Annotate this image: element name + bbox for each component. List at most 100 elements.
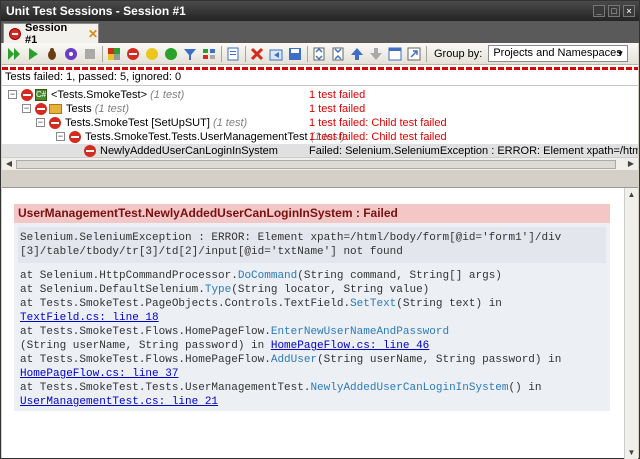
tab-label: Session #1 [25,21,68,46]
vertical-scrollbar[interactable]: ▲ ▼ [624,188,638,459]
show-all-results-icon[interactable] [106,46,122,62]
minimize-button[interactable]: _ [593,5,605,17]
tree-row-result: 1 test failed [309,103,366,115]
window-controls: _ □ × [593,5,635,17]
scroll-right-icon[interactable]: ▶ [625,158,637,170]
tree-row-name: Tests.SmokeTest [SetUpSUT] [65,117,210,129]
frame-method: Type [204,284,232,296]
profile-icon[interactable] [63,46,79,62]
tab-session-1[interactable]: Session #1 ✕ [3,21,99,46]
run-icon[interactable] [25,46,41,62]
tree-row[interactable]: − Tests.SmokeTest [SetUpSUT] (1 test) 1 … [2,116,638,130]
filter-icon[interactable] [182,46,198,62]
tree-row-label: Tests.SmokeTest.Tests.UserManagementTest… [85,130,345,144]
pane-splitter[interactable] [2,170,638,187]
scroll-left-icon[interactable]: ◀ [3,158,15,170]
show-failed-icon[interactable] [125,46,141,62]
frame-method: DoCommand [237,270,298,282]
tree-row-count: (1 test) [94,103,129,115]
collapse-toggle-icon[interactable]: − [56,132,65,141]
exception-line: [3]/table/tbody/tr[3]/td[2]/input[@id='t… [20,246,403,258]
remove-icon[interactable] [249,46,265,62]
tree-row-selected[interactable]: NewlyAddedUserCanLoginInSystem Failed: S… [2,144,638,158]
frame-prefix: (String userName, String password) in [20,340,271,352]
source-link[interactable]: TextField.cs: line 18 [20,312,159,324]
stack-frame: at Selenium.HttpCommandProcessor.DoComma… [20,269,604,283]
stack-frame: UserManagementTest.cs: line 21 [20,395,604,409]
tree-row[interactable]: − Tests.SmokeTest.Tests.UserManagementTe… [2,130,638,144]
test-details-pane: UserManagementTest.NewlyAddedUserCanLogi… [2,187,638,459]
tree-row-count: (1 test) [150,89,185,101]
frame-method: AddUser [270,354,318,366]
toolbar-separator [426,45,427,62]
show-ignored-icon[interactable] [144,46,160,62]
failure-card: UserManagementTest.NewlyAddedUserCanLogi… [14,204,610,411]
save-icon[interactable] [287,46,303,62]
expand-all-icon[interactable] [311,46,327,62]
scroll-down-icon[interactable]: ▼ [625,446,638,459]
frame-prefix: at Selenium.DefaultSelenium. [20,284,205,296]
failed-status-icon [35,103,47,115]
frame-suffix: (String command, String[] args) [297,270,502,282]
next-icon[interactable] [368,46,384,62]
show-passed-icon[interactable] [163,46,179,62]
track-icon[interactable] [406,46,422,62]
toolbar-separator [245,45,246,62]
toolbar-separator [102,45,103,62]
horizontal-scrollbar[interactable]: ◀ ▶ [2,157,638,170]
source-link[interactable]: HomePageFlow.cs: line 37 [20,368,178,380]
source-link[interactable]: UserManagementTest.cs: line 21 [20,396,218,408]
collapse-all-icon[interactable] [330,46,346,62]
frame-prefix: at Tests.SmokeTest.Flows.HomePageFlow. [20,354,271,366]
group-by-select[interactable]: Projects and Namespaces ▼ [488,45,629,62]
assembly-icon: C# [35,89,47,101]
group-by-value: Projects and Namespaces [493,47,622,59]
frame-prefix: at Tests.SmokeTest.Tests.UserManagementT… [20,382,311,394]
failed-status-icon [21,89,33,101]
tree-row-name: Tests.SmokeTest.Tests.UserManagementTest [85,131,308,143]
scrollbar-thumb[interactable] [16,160,616,169]
tree-row[interactable]: − C# <Tests.SmokeTest> (1 test) 1 test f… [2,88,638,102]
failure-title: UserManagementTest.NewlyAddedUserCanLogi… [14,204,610,223]
debug-icon[interactable] [44,46,60,62]
failed-status-icon [9,27,21,40]
tree-row-label: <Tests.SmokeTest> (1 test) [51,88,184,102]
close-window-button[interactable]: × [623,5,635,17]
layout-icon[interactable] [387,46,403,62]
categories-icon[interactable] [201,46,217,62]
title-bar: Unit Test Sessions - Session #1 _ □ × [1,1,639,21]
tree-row-result: Failed: Selenium.SeleniumException : ERR… [309,145,638,157]
frame-method: EnterNewUserNameAndPassword [270,326,450,338]
stack-frame: HomePageFlow.cs: line 37 [20,367,604,381]
output-icon[interactable] [225,46,241,62]
stack-frame: at Tests.SmokeTest.PageObjects.Controls.… [20,297,604,311]
collapse-toggle-icon[interactable]: − [36,118,45,127]
stop-icon[interactable] [82,46,98,62]
tree-row-name: <Tests.SmokeTest> [51,89,147,101]
tree-row-result: 1 test failed [309,89,366,101]
source-link[interactable]: HomePageFlow.cs: line 46 [271,340,429,352]
tree-row[interactable]: − Tests (1 test) 1 test failed [2,102,638,116]
folder-icon [49,104,62,114]
run-all-icon[interactable] [6,46,22,62]
stack-frame: TextField.cs: line 18 [20,311,604,325]
chevron-down-icon: ▼ [616,49,625,58]
toolbar-separator [307,45,308,62]
frame-prefix: at Tests.SmokeTest.Flows.HomePageFlow. [20,326,271,338]
stack-frame: at Tests.SmokeTest.Tests.UserManagementT… [20,381,604,395]
previous-icon[interactable] [349,46,365,62]
frame-method: NewlyAddedUserCanLoginInSystem [310,382,509,394]
collapse-toggle-icon[interactable]: − [22,104,31,113]
scroll-up-icon[interactable]: ▲ [625,188,638,201]
collapse-toggle-icon[interactable]: − [8,90,17,99]
close-tab-icon[interactable]: ✕ [88,27,98,41]
toolbar-separator [221,45,222,62]
stack-frame: at Selenium.DefaultSelenium.Type(String … [20,283,604,297]
status-summary: Tests failed: 1, passed: 5, ignored: 0 [5,71,182,83]
session-tab-strip: Session #1 ✕ [1,21,639,46]
frame-prefix: at Tests.SmokeTest.PageObjects.Controls.… [20,298,351,310]
maximize-button[interactable]: □ [608,5,620,17]
export-icon[interactable] [268,46,284,62]
tree-row-label: Tests.SmokeTest [SetUpSUT] (1 test) [65,116,247,130]
frame-prefix: at Selenium.HttpCommandProcessor. [20,270,238,282]
